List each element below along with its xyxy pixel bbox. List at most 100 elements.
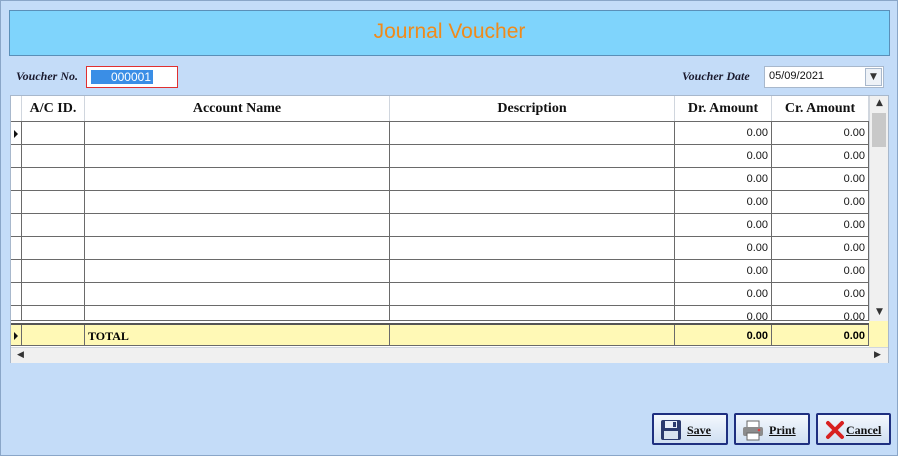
row-header[interactable]: [11, 260, 22, 283]
col-header-dr-amount[interactable]: Dr. Amount: [675, 96, 772, 121]
cell-dr-amount[interactable]: 0.00: [675, 122, 772, 145]
row-header[interactable]: [11, 168, 22, 191]
cell-ac-id[interactable]: [22, 283, 85, 306]
save-button[interactable]: Save: [652, 413, 728, 445]
cell-ac-id[interactable]: [22, 168, 85, 191]
total-row: TOTAL 0.00 0.00: [11, 323, 869, 346]
voucher-no-input[interactable]: 000001: [86, 66, 178, 88]
cell-account-name[interactable]: [85, 191, 390, 214]
cell-description[interactable]: [390, 145, 675, 168]
scrollbar-filler: [869, 321, 888, 347]
col-header-ac-id[interactable]: A/C ID.: [22, 96, 85, 121]
table-row[interactable]: 0.00 0.00: [11, 145, 869, 168]
total-cr-amount: 0.00: [772, 325, 869, 346]
cell-dr-amount[interactable]: 0.00: [675, 214, 772, 237]
print-button-label: Print: [769, 423, 796, 437]
cell-cr-amount[interactable]: 0.00: [772, 260, 869, 283]
horizontal-scrollbar[interactable]: ◀ ▶: [11, 347, 888, 363]
cell-dr-amount[interactable]: 0.00: [675, 168, 772, 191]
col-header-cr-amount[interactable]: Cr. Amount: [772, 96, 869, 121]
cell-account-name[interactable]: [85, 145, 390, 168]
scroll-up-icon[interactable]: ▲: [871, 98, 888, 108]
scroll-right-icon[interactable]: ▶: [869, 350, 886, 360]
floppy-disk-icon: [661, 420, 681, 440]
row-header[interactable]: [11, 191, 22, 214]
print-button[interactable]: Print: [734, 413, 810, 445]
cell-account-name[interactable]: [85, 122, 390, 145]
row-header[interactable]: [11, 145, 22, 168]
table-row[interactable]: 0.00 0.00: [11, 191, 869, 214]
cell-description[interactable]: [390, 283, 675, 306]
table-row[interactable]: 0.00 0.00: [11, 237, 869, 260]
cell-cr-amount[interactable]: 0.00: [772, 145, 869, 168]
total-cell-description: [390, 325, 675, 346]
cell-description[interactable]: [390, 168, 675, 191]
cell-cr-amount[interactable]: 0.00: [772, 191, 869, 214]
cell-ac-id[interactable]: [22, 306, 85, 320]
cell-description[interactable]: [390, 237, 675, 260]
cell-account-name[interactable]: [85, 168, 390, 191]
cell-dr-amount[interactable]: 0.00: [675, 283, 772, 306]
voucher-date-picker[interactable]: 05/09/2021 ▼: [764, 66, 884, 88]
total-row-header: [11, 325, 22, 346]
voucher-no-label: Voucher No.: [16, 69, 79, 83]
cell-ac-id[interactable]: [22, 122, 85, 145]
total-label: TOTAL: [85, 325, 390, 346]
cell-dr-amount[interactable]: 0.00: [675, 260, 772, 283]
col-header-description[interactable]: Description: [390, 96, 675, 121]
table-row[interactable]: 0.00 0.00: [11, 260, 869, 283]
cell-account-name[interactable]: [85, 237, 390, 260]
cell-cr-amount[interactable]: 0.00: [772, 237, 869, 260]
cell-ac-id[interactable]: [22, 191, 85, 214]
cell-description[interactable]: [390, 214, 675, 237]
voucher-date-value[interactable]: 05/09/2021: [769, 70, 824, 82]
table-row[interactable]: 0.00 0.00: [11, 122, 869, 145]
total-dr-amount: 0.00: [675, 325, 772, 346]
cell-dr-amount[interactable]: 0.00: [675, 191, 772, 214]
cell-cr-amount[interactable]: 0.00: [772, 306, 869, 320]
scroll-left-icon[interactable]: ◀: [12, 350, 29, 360]
vertical-scrollbar[interactable]: ▲ ▼: [869, 96, 888, 321]
table-row[interactable]: 0.00 0.00: [11, 306, 869, 321]
cancel-button-label: Cancel: [846, 423, 882, 437]
cell-cr-amount[interactable]: 0.00: [772, 214, 869, 237]
cell-account-name[interactable]: [85, 214, 390, 237]
total-cell-ac-id: [22, 325, 85, 346]
cell-description[interactable]: [390, 122, 675, 145]
cell-ac-id[interactable]: [22, 237, 85, 260]
header-bar: Journal Voucher: [9, 10, 890, 56]
cell-account-name[interactable]: [85, 283, 390, 306]
row-header-corner: [11, 96, 22, 121]
cell-ac-id[interactable]: [22, 214, 85, 237]
cancel-button[interactable]: Cancel: [816, 413, 891, 445]
printer-icon: [743, 420, 763, 441]
cell-cr-amount[interactable]: 0.00: [772, 168, 869, 191]
col-header-account-name[interactable]: Account Name: [85, 96, 390, 121]
row-header[interactable]: [11, 283, 22, 306]
chevron-down-icon[interactable]: ▼: [865, 68, 882, 86]
journal-grid[interactable]: A/C ID. Account Name Description Dr. Amo…: [10, 95, 889, 363]
row-header[interactable]: [11, 237, 22, 260]
cell-description[interactable]: [390, 191, 675, 214]
cell-ac-id[interactable]: [22, 260, 85, 283]
cell-account-name[interactable]: [85, 306, 390, 320]
cell-dr-amount[interactable]: 0.00: [675, 145, 772, 168]
cell-dr-amount[interactable]: 0.00: [675, 306, 772, 320]
row-header[interactable]: [11, 306, 22, 320]
table-row[interactable]: 0.00 0.00: [11, 214, 869, 237]
row-header[interactable]: [11, 214, 22, 237]
cell-description[interactable]: [390, 306, 675, 320]
page-title: Journal Voucher: [373, 20, 526, 43]
table-row[interactable]: 0.00 0.00: [11, 283, 869, 306]
cell-ac-id[interactable]: [22, 145, 85, 168]
cell-cr-amount[interactable]: 0.00: [772, 122, 869, 145]
cell-dr-amount[interactable]: 0.00: [675, 237, 772, 260]
cell-account-name[interactable]: [85, 260, 390, 283]
voucher-no-value[interactable]: 000001: [91, 70, 153, 84]
cell-cr-amount[interactable]: 0.00: [772, 283, 869, 306]
cell-description[interactable]: [390, 260, 675, 283]
scrollbar-thumb[interactable]: [872, 113, 886, 147]
table-row[interactable]: 0.00 0.00: [11, 168, 869, 191]
row-header[interactable]: [11, 122, 22, 145]
scroll-down-icon[interactable]: ▼: [871, 307, 888, 317]
